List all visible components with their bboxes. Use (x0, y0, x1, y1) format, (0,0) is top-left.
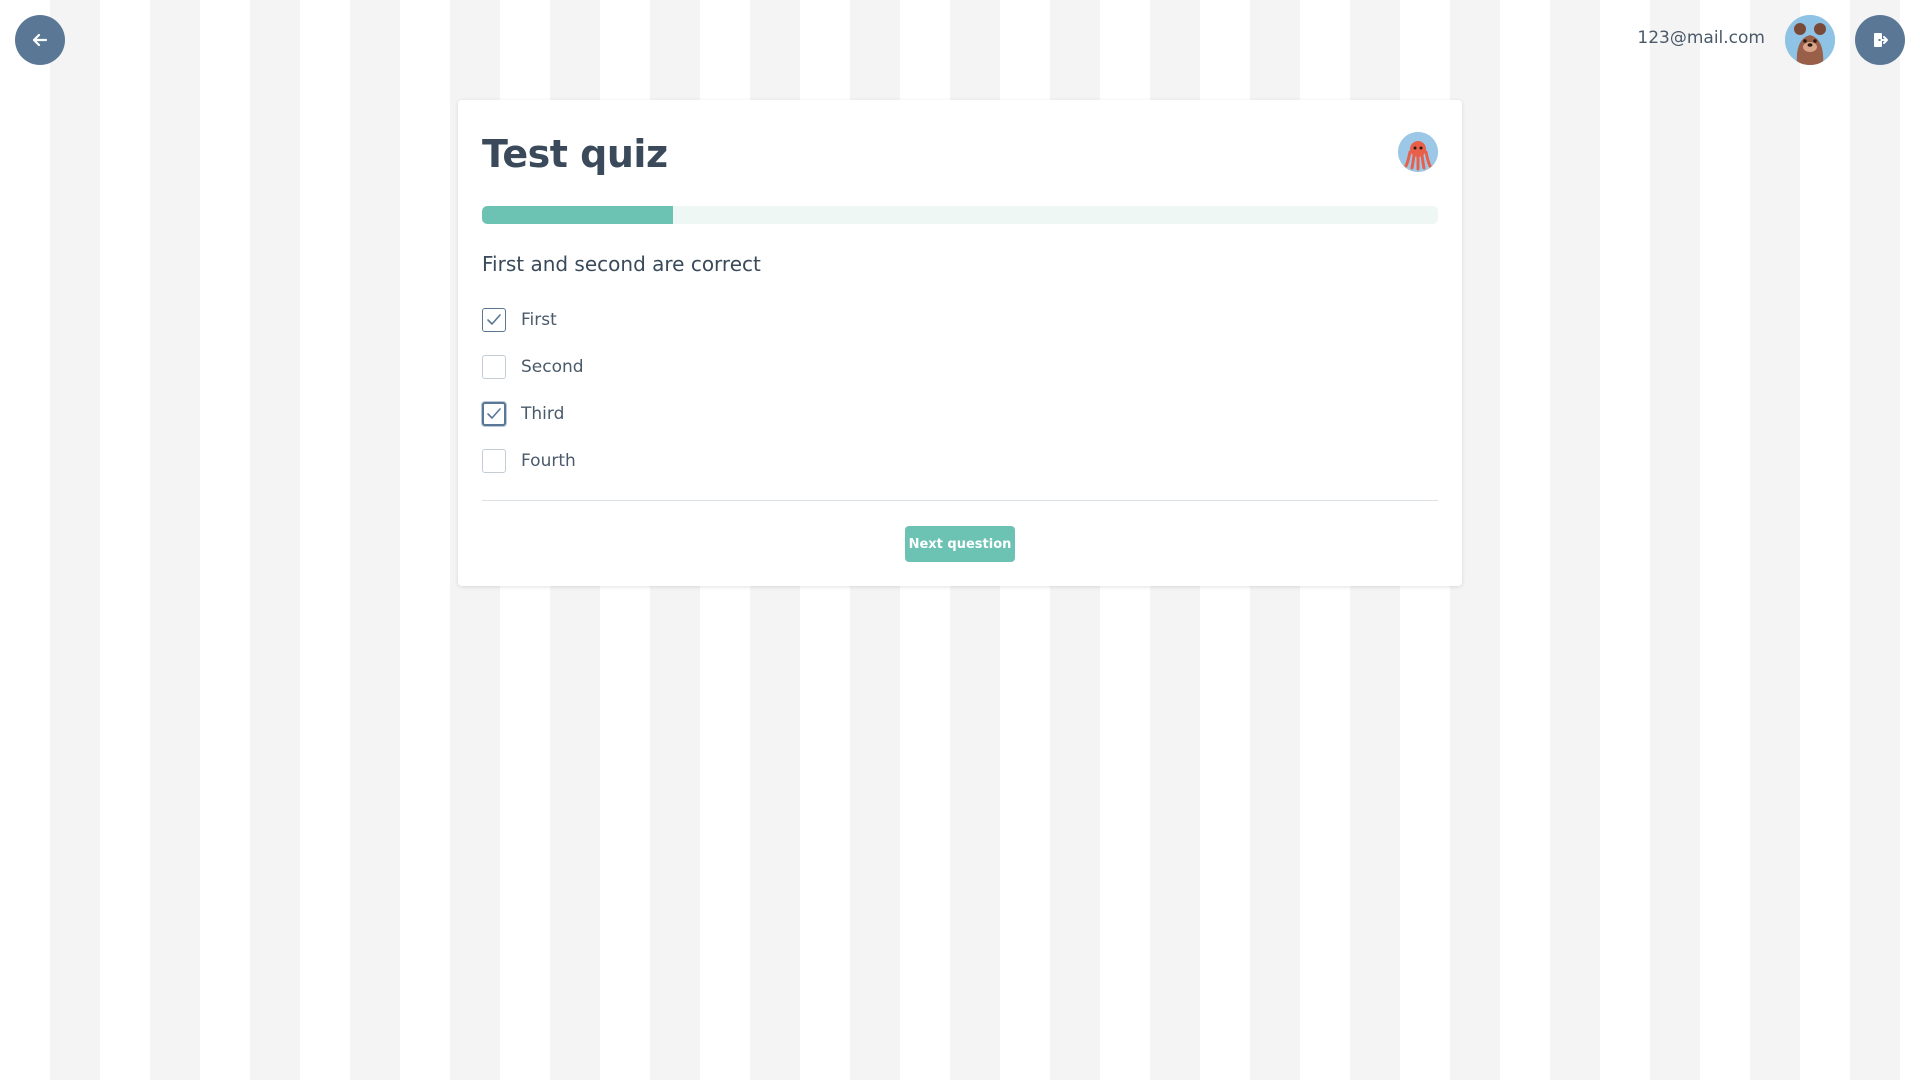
checkbox[interactable] (482, 402, 506, 426)
arrow-left-icon (32, 33, 48, 47)
checkbox[interactable] (482, 355, 506, 379)
option-label: Second (521, 357, 584, 377)
checkbox[interactable] (482, 308, 506, 332)
back-button[interactable] (15, 15, 65, 65)
divider (482, 500, 1438, 501)
quiz-title: Test quiz (482, 132, 668, 176)
answer-options: First Second Third Fourth (482, 306, 584, 494)
checkmark-icon (487, 314, 501, 325)
quiz-avatar (1398, 132, 1438, 172)
option-third[interactable]: Third (482, 400, 584, 428)
quiz-card: Test quiz First and second are correct F… (458, 100, 1462, 586)
option-second[interactable]: Second (482, 353, 584, 381)
option-first[interactable]: First (482, 306, 584, 334)
question-text: First and second are correct (482, 252, 761, 276)
octopus-avatar-icon (1398, 132, 1438, 172)
user-email: 123@mail.com (1637, 28, 1765, 48)
logout-icon (1874, 33, 1888, 47)
progress-bar (482, 206, 1438, 224)
progress-fill (482, 206, 674, 224)
option-label: Third (521, 404, 565, 424)
option-label: First (521, 310, 557, 330)
next-question-button[interactable]: Next question (905, 526, 1015, 562)
option-label: Fourth (521, 451, 576, 471)
logout-button[interactable] (1855, 15, 1905, 65)
user-avatar[interactable] (1785, 15, 1835, 65)
checkbox[interactable] (482, 449, 506, 473)
checkmark-icon (487, 408, 501, 419)
bear-avatar-icon (1785, 15, 1835, 65)
option-fourth[interactable]: Fourth (482, 447, 584, 475)
